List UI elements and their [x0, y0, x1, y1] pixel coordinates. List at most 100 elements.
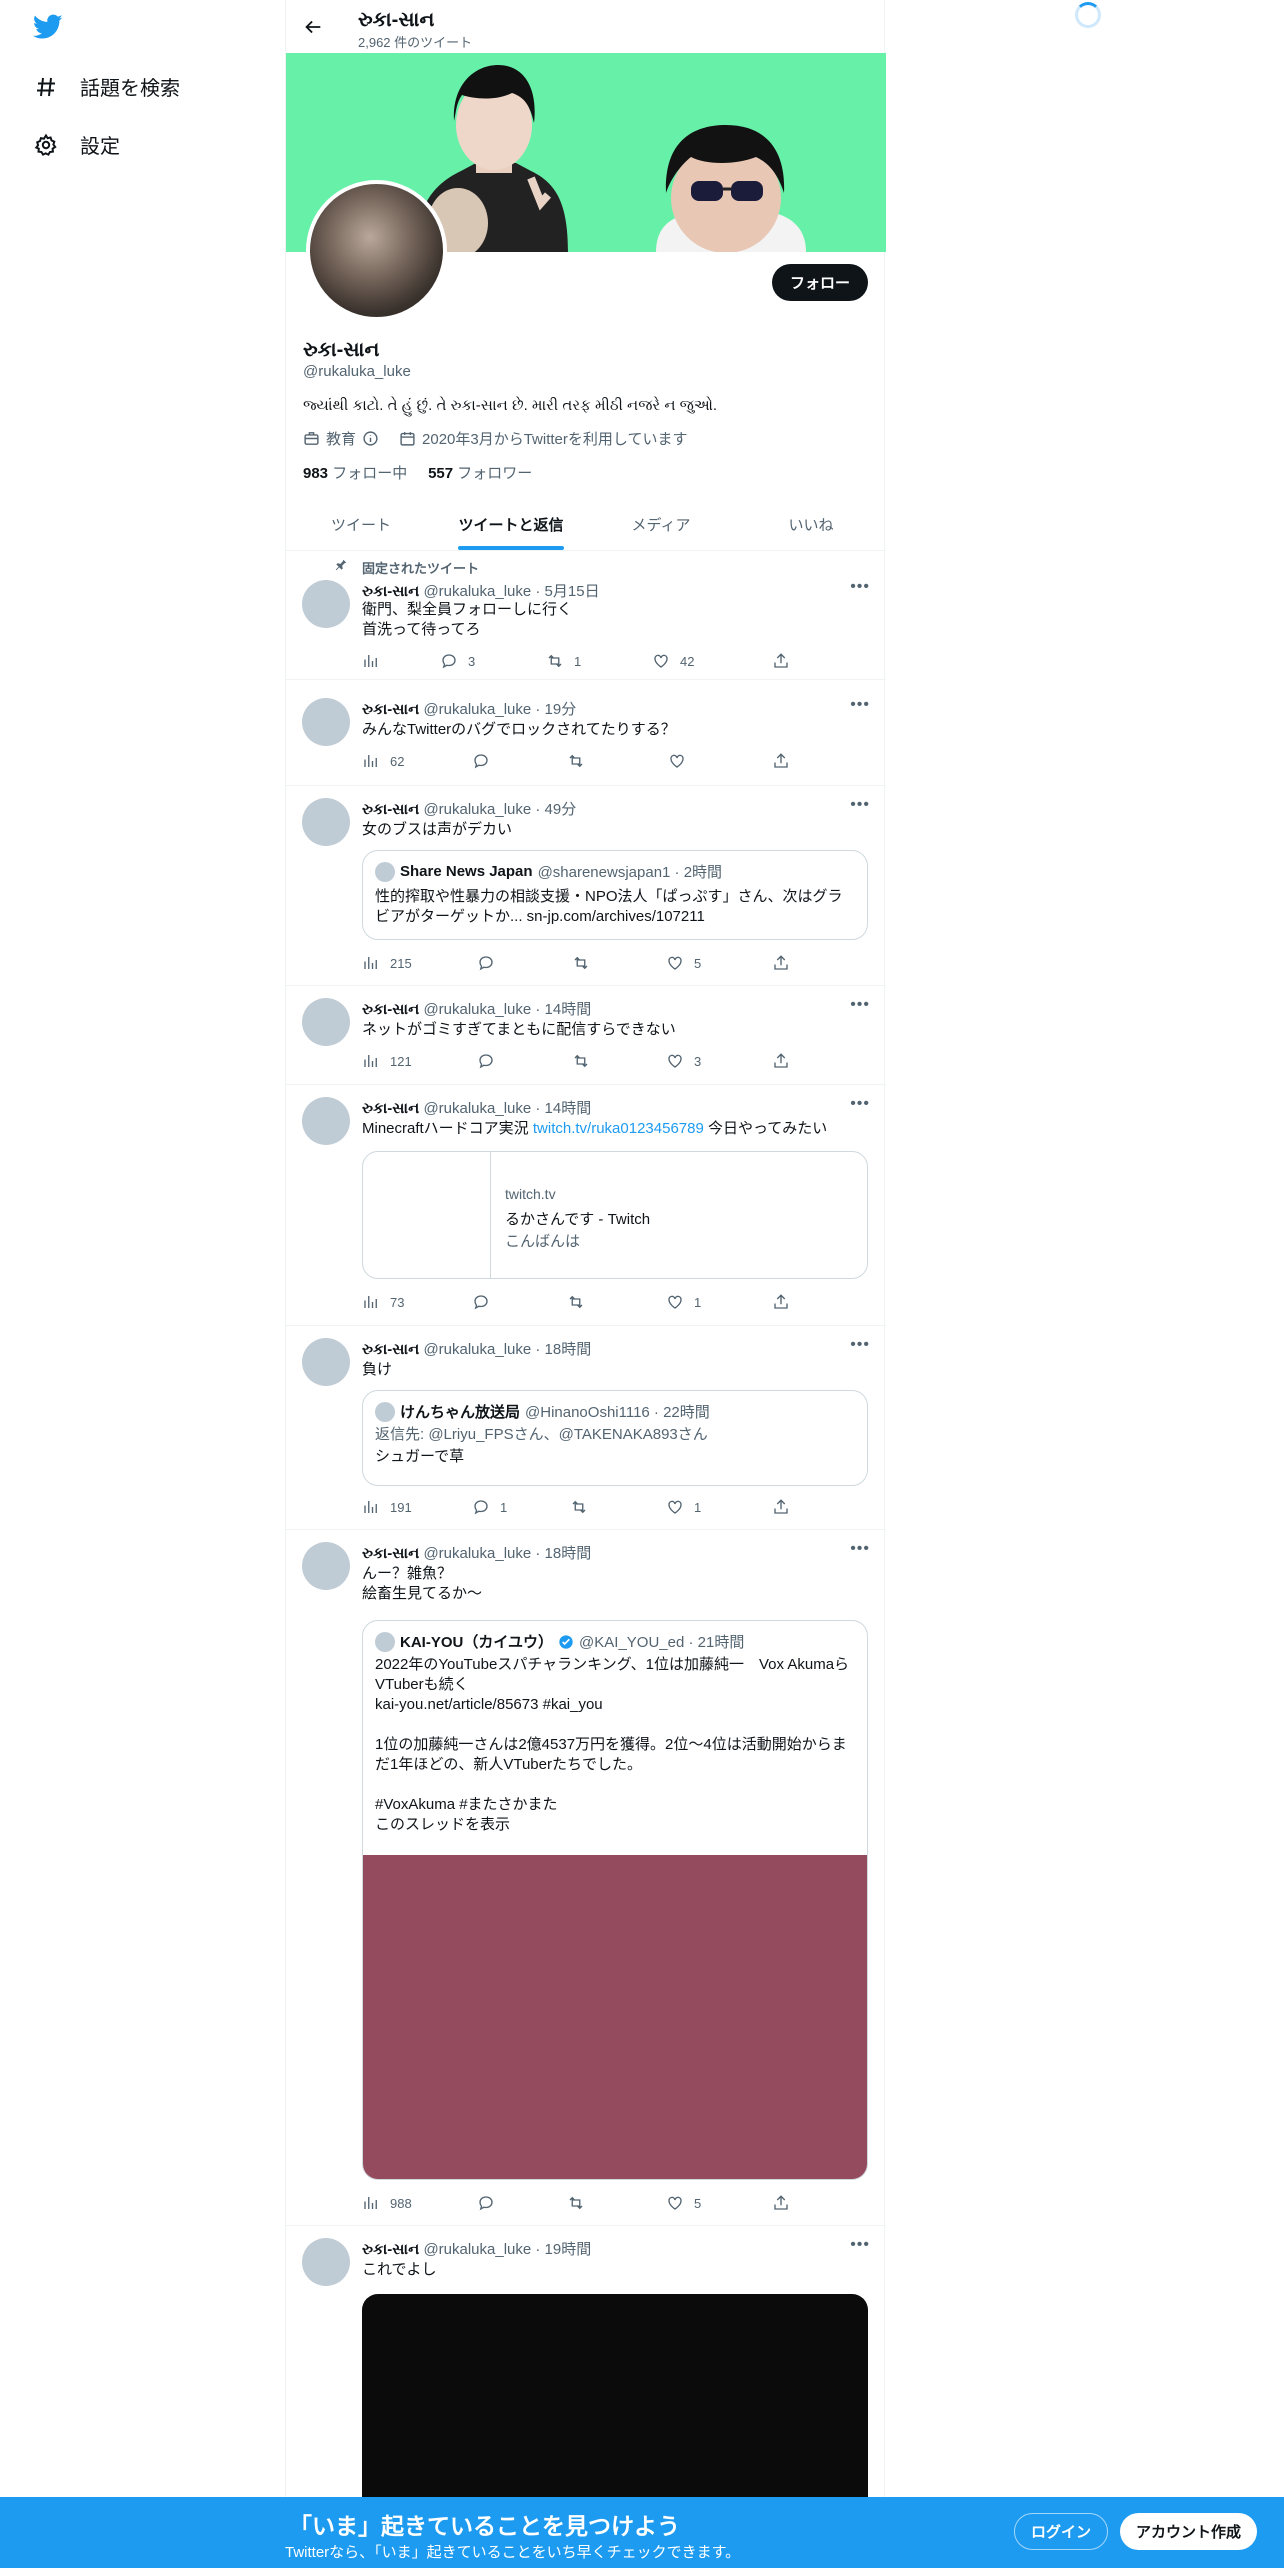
tweet-author[interactable]: રુકા-સાન	[362, 701, 419, 718]
tweet-author[interactable]: રુકા-સાન	[362, 583, 419, 600]
share-icon	[774, 1294, 788, 1309]
more-options-icon[interactable]: •••	[850, 578, 870, 596]
tweet-item[interactable]: રુકા-સાન @rukaluka_luke · 14時間 ••• ネットがゴ…	[286, 986, 886, 1085]
tweet-author[interactable]: રુકા-સાન	[362, 1001, 419, 1018]
twitter-logo-icon[interactable]	[33, 14, 63, 40]
avatar[interactable]	[302, 998, 350, 1046]
avatar[interactable]	[302, 1542, 350, 1590]
tweet-author[interactable]: રુકા-સાન	[362, 1100, 419, 1117]
like-button[interactable]	[668, 752, 686, 770]
tweet-item[interactable]: રુકા-સાન @rukaluka_luke · 14時間 ••• Minec…	[286, 1085, 886, 1326]
show-thread-link[interactable]: このスレッドを表示	[375, 1815, 855, 1835]
tweet-item[interactable]: રુકા-સાન @rukaluka_luke · 19分 ••• みんなTwi…	[286, 680, 886, 786]
more-options-icon[interactable]: •••	[850, 1540, 870, 1558]
like-button[interactable]: 5	[666, 2194, 701, 2212]
retweet-button[interactable]	[567, 1293, 585, 1311]
avatar[interactable]	[302, 698, 350, 746]
info-icon[interactable]	[362, 430, 379, 447]
retweet-button[interactable]	[567, 2194, 585, 2212]
tweet-item[interactable]: રુકા-સાન @rukaluka_luke · 18時間 ••• んー？雑魚…	[286, 1530, 886, 2226]
bottom-bar-title: 「いま」起きていることを見つけよう	[289, 2513, 680, 2539]
tweet-item[interactable]: રુકા-સાન @rukaluka_luke · 18時間 ••• 負け けん…	[286, 1326, 886, 1530]
share-button[interactable]	[772, 954, 790, 972]
reply-button[interactable]	[477, 1052, 495, 1070]
more-options-icon[interactable]: •••	[850, 1095, 870, 1113]
more-options-icon[interactable]: •••	[850, 696, 870, 714]
like-count: 3	[694, 1053, 702, 1069]
views-button[interactable]: 988	[362, 2194, 412, 2212]
tweet-author[interactable]: રુકા-સાન	[362, 1341, 419, 1358]
nav-settings[interactable]: 設定	[34, 130, 120, 159]
nav-explore[interactable]: 話題を検索	[34, 72, 180, 101]
quote-tweet[interactable]: Share News Japan @sharenewsjapan1 · 2時間 性…	[362, 850, 868, 940]
avatar[interactable]	[302, 1097, 350, 1145]
tweet-link[interactable]: twitch.tv/ruka0123456789	[533, 1120, 704, 1137]
share-button[interactable]	[772, 652, 790, 670]
quote-media[interactable]	[363, 1855, 867, 2179]
follow-button[interactable]: フォロー	[771, 264, 868, 301]
views-count: 215	[390, 955, 412, 971]
views-button[interactable]: 191	[362, 1498, 412, 1516]
share-button[interactable]	[772, 1498, 790, 1516]
quote-tweet[interactable]: KAI-YOU（カイユウ） @KAI_YOU_ed · 21時間 2022年のYo…	[362, 1620, 868, 2180]
nav-explore-label: 話題を検索	[80, 78, 180, 100]
avatar[interactable]	[302, 1338, 350, 1386]
retweet-button[interactable]	[567, 752, 585, 770]
followers-link[interactable]: 557 フォロワー	[428, 465, 532, 482]
views-button[interactable]: 215	[362, 954, 412, 972]
back-arrow-icon[interactable]	[302, 16, 324, 38]
quote-text: 2022年のYouTubeスパチャランキング、1位は加藤純一 Vox Akuma…	[375, 1656, 850, 1813]
share-button[interactable]	[772, 1293, 790, 1311]
login-button[interactable]: ログイン	[1014, 2513, 1109, 2550]
more-options-icon[interactable]: •••	[850, 996, 870, 1014]
more-options-icon[interactable]: •••	[850, 2236, 870, 2254]
reply-button[interactable]	[472, 1293, 490, 1311]
tweet-actions: 215 5	[362, 954, 792, 974]
avatar[interactable]	[302, 2238, 350, 2286]
tab-tweets[interactable]: ツイート	[286, 498, 436, 550]
like-button[interactable]: 1	[666, 1498, 701, 1516]
retweet-button[interactable]	[572, 1052, 590, 1070]
views-button[interactable]: 121	[362, 1052, 412, 1070]
reply-button[interactable]	[472, 752, 490, 770]
tweet-author[interactable]: રુકા-સાન	[362, 2241, 419, 2258]
reply-button[interactable]	[477, 954, 495, 972]
views-button[interactable]: 73	[362, 1293, 404, 1311]
avatar[interactable]	[302, 580, 350, 628]
pin-icon	[335, 559, 347, 571]
share-button[interactable]	[772, 1052, 790, 1070]
link-card[interactable]: twitch.tv るかさんです - Twitch こんばんは	[362, 1151, 868, 1279]
views-button[interactable]: 62	[362, 752, 404, 770]
tab-tweets-and-replies[interactable]: ツイートと返信	[436, 498, 586, 550]
analytics-icon	[364, 1501, 377, 1513]
like-button[interactable]: 5	[666, 954, 701, 972]
signup-button[interactable]: アカウント作成	[1120, 2513, 1258, 2550]
reply-button[interactable]: 3	[440, 652, 475, 670]
more-options-icon[interactable]: •••	[850, 796, 870, 814]
more-options-icon[interactable]: •••	[850, 1336, 870, 1354]
avatar[interactable]	[302, 798, 350, 846]
tweet-actions: 121 3	[362, 1052, 792, 1072]
like-button[interactable]: 42	[652, 652, 694, 670]
following-link[interactable]: 983 フォロー中	[303, 465, 407, 482]
quote-author: KAI-YOU（カイユウ）	[400, 1634, 554, 1651]
retweet-button[interactable]: 1	[546, 652, 581, 670]
tweet-item[interactable]: રુકા-સાન @rukaluka_luke · 49分 ••• 女のブスは声…	[286, 786, 886, 986]
share-button[interactable]	[772, 752, 790, 770]
tweet-author[interactable]: રુકા-સાન	[362, 1545, 419, 1562]
tweet-author[interactable]: રુકા-સાન	[362, 801, 419, 818]
retweet-button[interactable]	[572, 954, 590, 972]
like-button[interactable]: 3	[666, 1052, 701, 1070]
views-button[interactable]	[362, 652, 390, 670]
quote-tweet[interactable]: けんちゃん放送局 @HinanoOshi1116 · 22時間 返信先: @Lri…	[362, 1390, 868, 1486]
retweet-button[interactable]	[570, 1498, 588, 1516]
like-button[interactable]: 1	[666, 1293, 701, 1311]
tab-media[interactable]: メディア	[586, 498, 736, 550]
tweet-item[interactable]: 固定されたツイート રુકા-સાન @rukaluka_luke · 5月15…	[286, 552, 886, 680]
tab-likes[interactable]: いいね	[736, 498, 886, 550]
reply-button[interactable]	[477, 2194, 495, 2212]
reply-button[interactable]: 1	[472, 1498, 507, 1516]
heart-icon	[654, 654, 668, 668]
share-button[interactable]	[772, 2194, 790, 2212]
profile-avatar[interactable]	[306, 180, 447, 321]
